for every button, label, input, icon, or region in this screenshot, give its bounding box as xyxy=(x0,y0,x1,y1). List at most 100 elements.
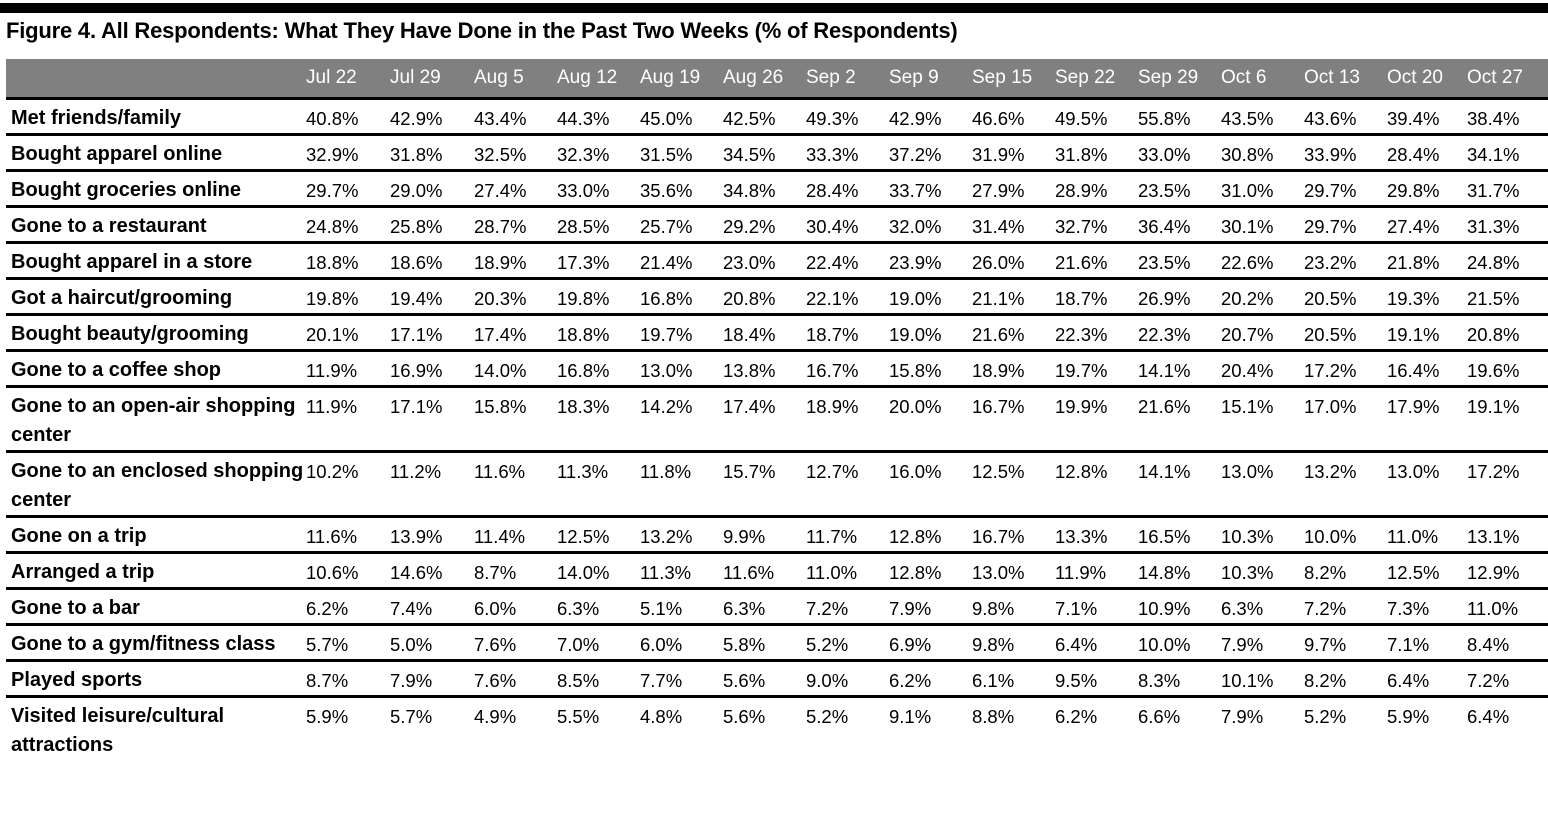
table-cell: 28.9% xyxy=(1055,170,1138,208)
table-cell: 30.1% xyxy=(1221,206,1304,244)
column-header: Aug 19 xyxy=(640,59,723,100)
table-cell: 20.5% xyxy=(1304,278,1387,316)
table-cell: 34.1% xyxy=(1467,134,1548,172)
table-cell: 12.5% xyxy=(972,451,1055,518)
column-header: Sep 15 xyxy=(972,59,1055,100)
table-row: Gone to an enclosed shopping center 10.2%… xyxy=(6,451,1548,518)
table-cell: 31.0% xyxy=(1221,170,1304,208)
table-cell: 19.7% xyxy=(1055,350,1138,388)
row-label: Gone to a bar xyxy=(6,588,306,626)
table-cell: 6.4% xyxy=(1467,705,1510,727)
table-cell: 9.8% xyxy=(972,588,1055,626)
table-cell: 5.5% xyxy=(557,705,600,727)
table-cell: 33.9% xyxy=(1304,134,1387,172)
table-cell: 12.8% xyxy=(889,552,972,590)
table-cell: 25.7% xyxy=(640,206,723,244)
table-cell: 8.7% xyxy=(474,552,557,590)
table-cell: 17.1% xyxy=(390,314,474,352)
table-cell: 29.7% xyxy=(1304,170,1387,208)
table-cell: 5.1% xyxy=(640,588,723,626)
table-cell: 13.0% xyxy=(640,350,723,388)
table-cell: 21.1% xyxy=(972,278,1055,316)
table-cell: 33.3% xyxy=(806,134,889,172)
column-header: Oct 13 xyxy=(1304,59,1387,100)
table-cell: 31.4% xyxy=(972,206,1055,244)
table-cell: 5.2% xyxy=(1304,705,1347,727)
table-cell: 32.9% xyxy=(306,134,390,172)
table-cell: 44.3% xyxy=(557,98,640,136)
table-cell: 24.8% xyxy=(306,206,390,244)
table-cell: 14.0% xyxy=(474,350,557,388)
table-row: Got a haircut/grooming 19.8% 19.4% 20.3% 19.… xyxy=(6,278,1548,316)
table-cell: 14.1% xyxy=(1138,350,1221,388)
table-cell: 28.4% xyxy=(806,170,889,208)
table-cell: 12.5% xyxy=(557,516,640,554)
table-cell: 29.7% xyxy=(1304,206,1387,244)
table-cell: 23.9% xyxy=(889,242,972,280)
table-cell: 7.9% xyxy=(889,588,972,626)
table-cell: 13.0% xyxy=(1387,451,1467,518)
table-cell: 6.3% xyxy=(1221,588,1304,626)
table-cell: 16.8% xyxy=(640,278,723,316)
table-cell: 9.0% xyxy=(806,660,889,698)
table-cell: 16.9% xyxy=(390,350,474,388)
table-cell: 18.9% xyxy=(972,350,1055,388)
table-cell: 31.7% xyxy=(1467,170,1548,208)
table-cell: 7.1% xyxy=(1387,624,1467,662)
table-cell: 29.0% xyxy=(390,170,474,208)
column-header: Jul 22 xyxy=(306,59,390,100)
table-cell: 5.7% xyxy=(390,705,433,727)
table-cell: 17.0% xyxy=(1304,386,1387,453)
table-cell: 11.6% xyxy=(723,552,806,590)
table-cell: 19.8% xyxy=(306,278,390,316)
row-label: Got a haircut/grooming xyxy=(6,278,306,316)
table-cell: 26.9% xyxy=(1138,278,1221,316)
column-header: Aug 26 xyxy=(723,59,806,100)
table-cell: 7.1% xyxy=(1055,588,1138,626)
row-label: Bought groceries online xyxy=(6,170,306,208)
table-cell: 5.2% xyxy=(806,624,889,662)
table-row: Bought groceries online 29.7% 29.0% 27.4% 33… xyxy=(6,170,1548,208)
table-cell: 17.9% xyxy=(1387,386,1467,453)
table-cell: 19.8% xyxy=(557,278,640,316)
table-cell: 15.7% xyxy=(723,451,806,518)
table-body: Met friends/family 40.8% 42.9% 43.4% 44.3% 45… xyxy=(6,98,1548,760)
table-cell: 6.1% xyxy=(972,660,1055,698)
table-cell: 11.6% xyxy=(474,451,557,518)
table-cell: 9.7% xyxy=(1304,624,1387,662)
table-cell: 18.8% xyxy=(557,314,640,352)
table-cell: 7.2% xyxy=(1304,588,1387,626)
table-cell: 8.2% xyxy=(1304,660,1387,698)
table-cell: 21.5% xyxy=(1467,278,1548,316)
table-cell: 42.5% xyxy=(723,98,806,136)
table-cell: 22.1% xyxy=(806,278,889,316)
table-cell: 11.6% xyxy=(306,516,390,554)
table-cell: 11.2% xyxy=(390,451,474,518)
table-cell: 6.9% xyxy=(889,624,972,662)
table-cell: 11.3% xyxy=(557,451,640,518)
table-cell: 7.6% xyxy=(474,660,557,698)
table-cell: 19.0% xyxy=(889,278,972,316)
table-cell: 34.5% xyxy=(723,134,806,172)
table-cell: 8.3% xyxy=(1138,660,1221,698)
table-cell: 9.5% xyxy=(1055,660,1138,698)
table-row: Visited leisure/cultural attractions 5.9%… xyxy=(6,696,1548,760)
table-cell: 49.3% xyxy=(806,98,889,136)
table-cell: 11.8% xyxy=(640,451,723,518)
table-cell: 37.2% xyxy=(889,134,972,172)
table-cell: 32.0% xyxy=(889,206,972,244)
table-cell: 43.4% xyxy=(474,98,557,136)
table-cell: 14.8% xyxy=(1138,552,1221,590)
table-cell: 9.8% xyxy=(972,624,1055,662)
table-cell: 55.8% xyxy=(1138,98,1221,136)
table-row: Met friends/family 40.8% 42.9% 43.4% 44.3% 45… xyxy=(6,98,1548,136)
table-cell: 5.6% xyxy=(723,660,806,698)
table-cell: 23.5% xyxy=(1138,170,1221,208)
table-cell: 43.6% xyxy=(1304,98,1387,136)
table-row: Gone to a coffee shop 11.9% 16.9% 14.0% 16.8… xyxy=(6,350,1548,388)
table-cell: 21.6% xyxy=(1055,242,1138,280)
table-cell: 12.5% xyxy=(1387,552,1467,590)
table-cell: 18.8% xyxy=(306,242,390,280)
table-cell: 16.7% xyxy=(972,386,1055,453)
column-header: Sep 9 xyxy=(889,59,972,100)
